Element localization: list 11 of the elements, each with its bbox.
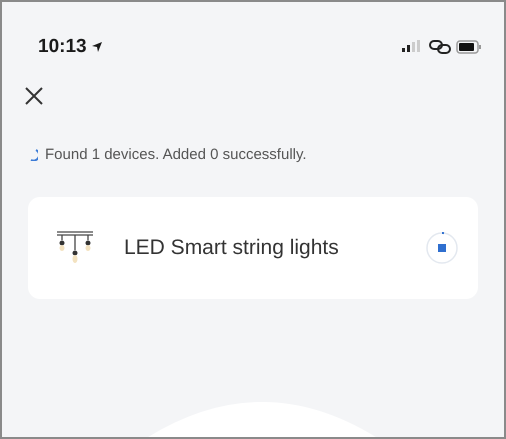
stop-progress-icon <box>424 230 460 266</box>
battery-icon <box>456 40 482 54</box>
location-arrow-icon <box>90 41 103 53</box>
loading-spinner-icon <box>30 149 38 162</box>
string-lights-icon <box>56 230 94 266</box>
link-icon <box>429 39 451 55</box>
progress-message: Found 1 devices. Added 0 successfully. <box>45 145 307 165</box>
close-icon <box>24 86 44 106</box>
device-name: LED Smart string lights <box>124 234 340 261</box>
device-card[interactable]: LED Smart string lights <box>28 196 478 298</box>
status-time: 10:13 <box>38 34 87 59</box>
